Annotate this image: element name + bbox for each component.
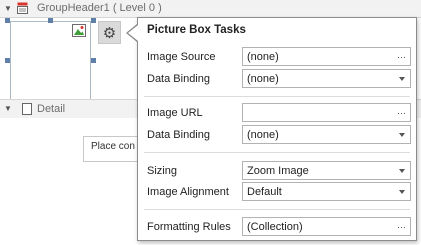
ellipsis-icon[interactable]: ··· [393, 218, 410, 235]
resize-handle[interactable] [91, 18, 96, 23]
ellipsis-icon[interactable]: ··· [393, 104, 410, 121]
chevron-down-icon[interactable] [399, 169, 405, 173]
sizing-label: Sizing [147, 165, 177, 177]
collapse-icon[interactable]: ▼ [4, 4, 12, 13]
data-binding-dropdown[interactable]: (none) [242, 125, 411, 144]
smart-tag-button[interactable]: ⚙ [98, 21, 121, 44]
sizing-value: Zoom Image [247, 165, 309, 177]
section-divider [144, 96, 410, 97]
gear-icon: ⚙ [102, 24, 117, 42]
image-alignment-label: Image Alignment [147, 186, 229, 198]
data-binding-value: (none) [247, 73, 279, 85]
ellipsis-icon[interactable]: ··· [393, 48, 410, 65]
data-binding-value: (none) [247, 129, 279, 141]
resize-handle[interactable] [5, 18, 10, 23]
document-icon [22, 103, 32, 115]
section-divider [144, 209, 410, 210]
formatting-rules-value: (Collection) [247, 221, 303, 233]
chevron-down-icon[interactable] [399, 77, 405, 81]
image-source-label: Image Source [147, 51, 216, 63]
section-divider [144, 152, 410, 153]
image-source-field[interactable]: (none) ··· [242, 47, 411, 66]
resize-handle[interactable] [5, 58, 10, 63]
detail-band-title: Detail [37, 103, 66, 115]
chevron-down-icon[interactable] [399, 190, 405, 194]
formatting-rules-field[interactable]: (Collection) ··· [242, 217, 411, 236]
collapse-icon[interactable]: ▼ [4, 104, 12, 113]
formatting-rules-label: Formatting Rules [147, 221, 231, 233]
resize-handle[interactable] [91, 58, 96, 63]
panel-pointer-inner [128, 25, 138, 41]
group-header-band[interactable]: ▼ GroupHeader1 ( Level 0 ) [0, 0, 421, 18]
image-alignment-value: Default [247, 186, 282, 198]
picture-box-tasks-panel: Picture Box Tasks Image Source (none) ··… [137, 17, 417, 241]
picture-icon [72, 24, 86, 37]
resize-handle[interactable] [48, 18, 53, 23]
placeholder-label[interactable]: Place con [83, 136, 143, 162]
data-binding-label: Data Binding [147, 73, 210, 85]
image-url-field[interactable]: ··· [242, 103, 411, 122]
data-binding-dropdown[interactable]: (none) [242, 69, 411, 88]
image-alignment-dropdown[interactable]: Default [242, 182, 411, 201]
image-source-value: (none) [247, 51, 279, 63]
data-binding-label: Data Binding [147, 129, 210, 141]
report-band-icon [17, 2, 28, 14]
image-url-label: Image URL [147, 107, 203, 119]
chevron-down-icon[interactable] [399, 133, 405, 137]
sizing-dropdown[interactable]: Zoom Image [242, 161, 411, 180]
panel-title: Picture Box Tasks [147, 24, 246, 36]
group-header-title: GroupHeader1 ( Level 0 ) [37, 2, 162, 14]
